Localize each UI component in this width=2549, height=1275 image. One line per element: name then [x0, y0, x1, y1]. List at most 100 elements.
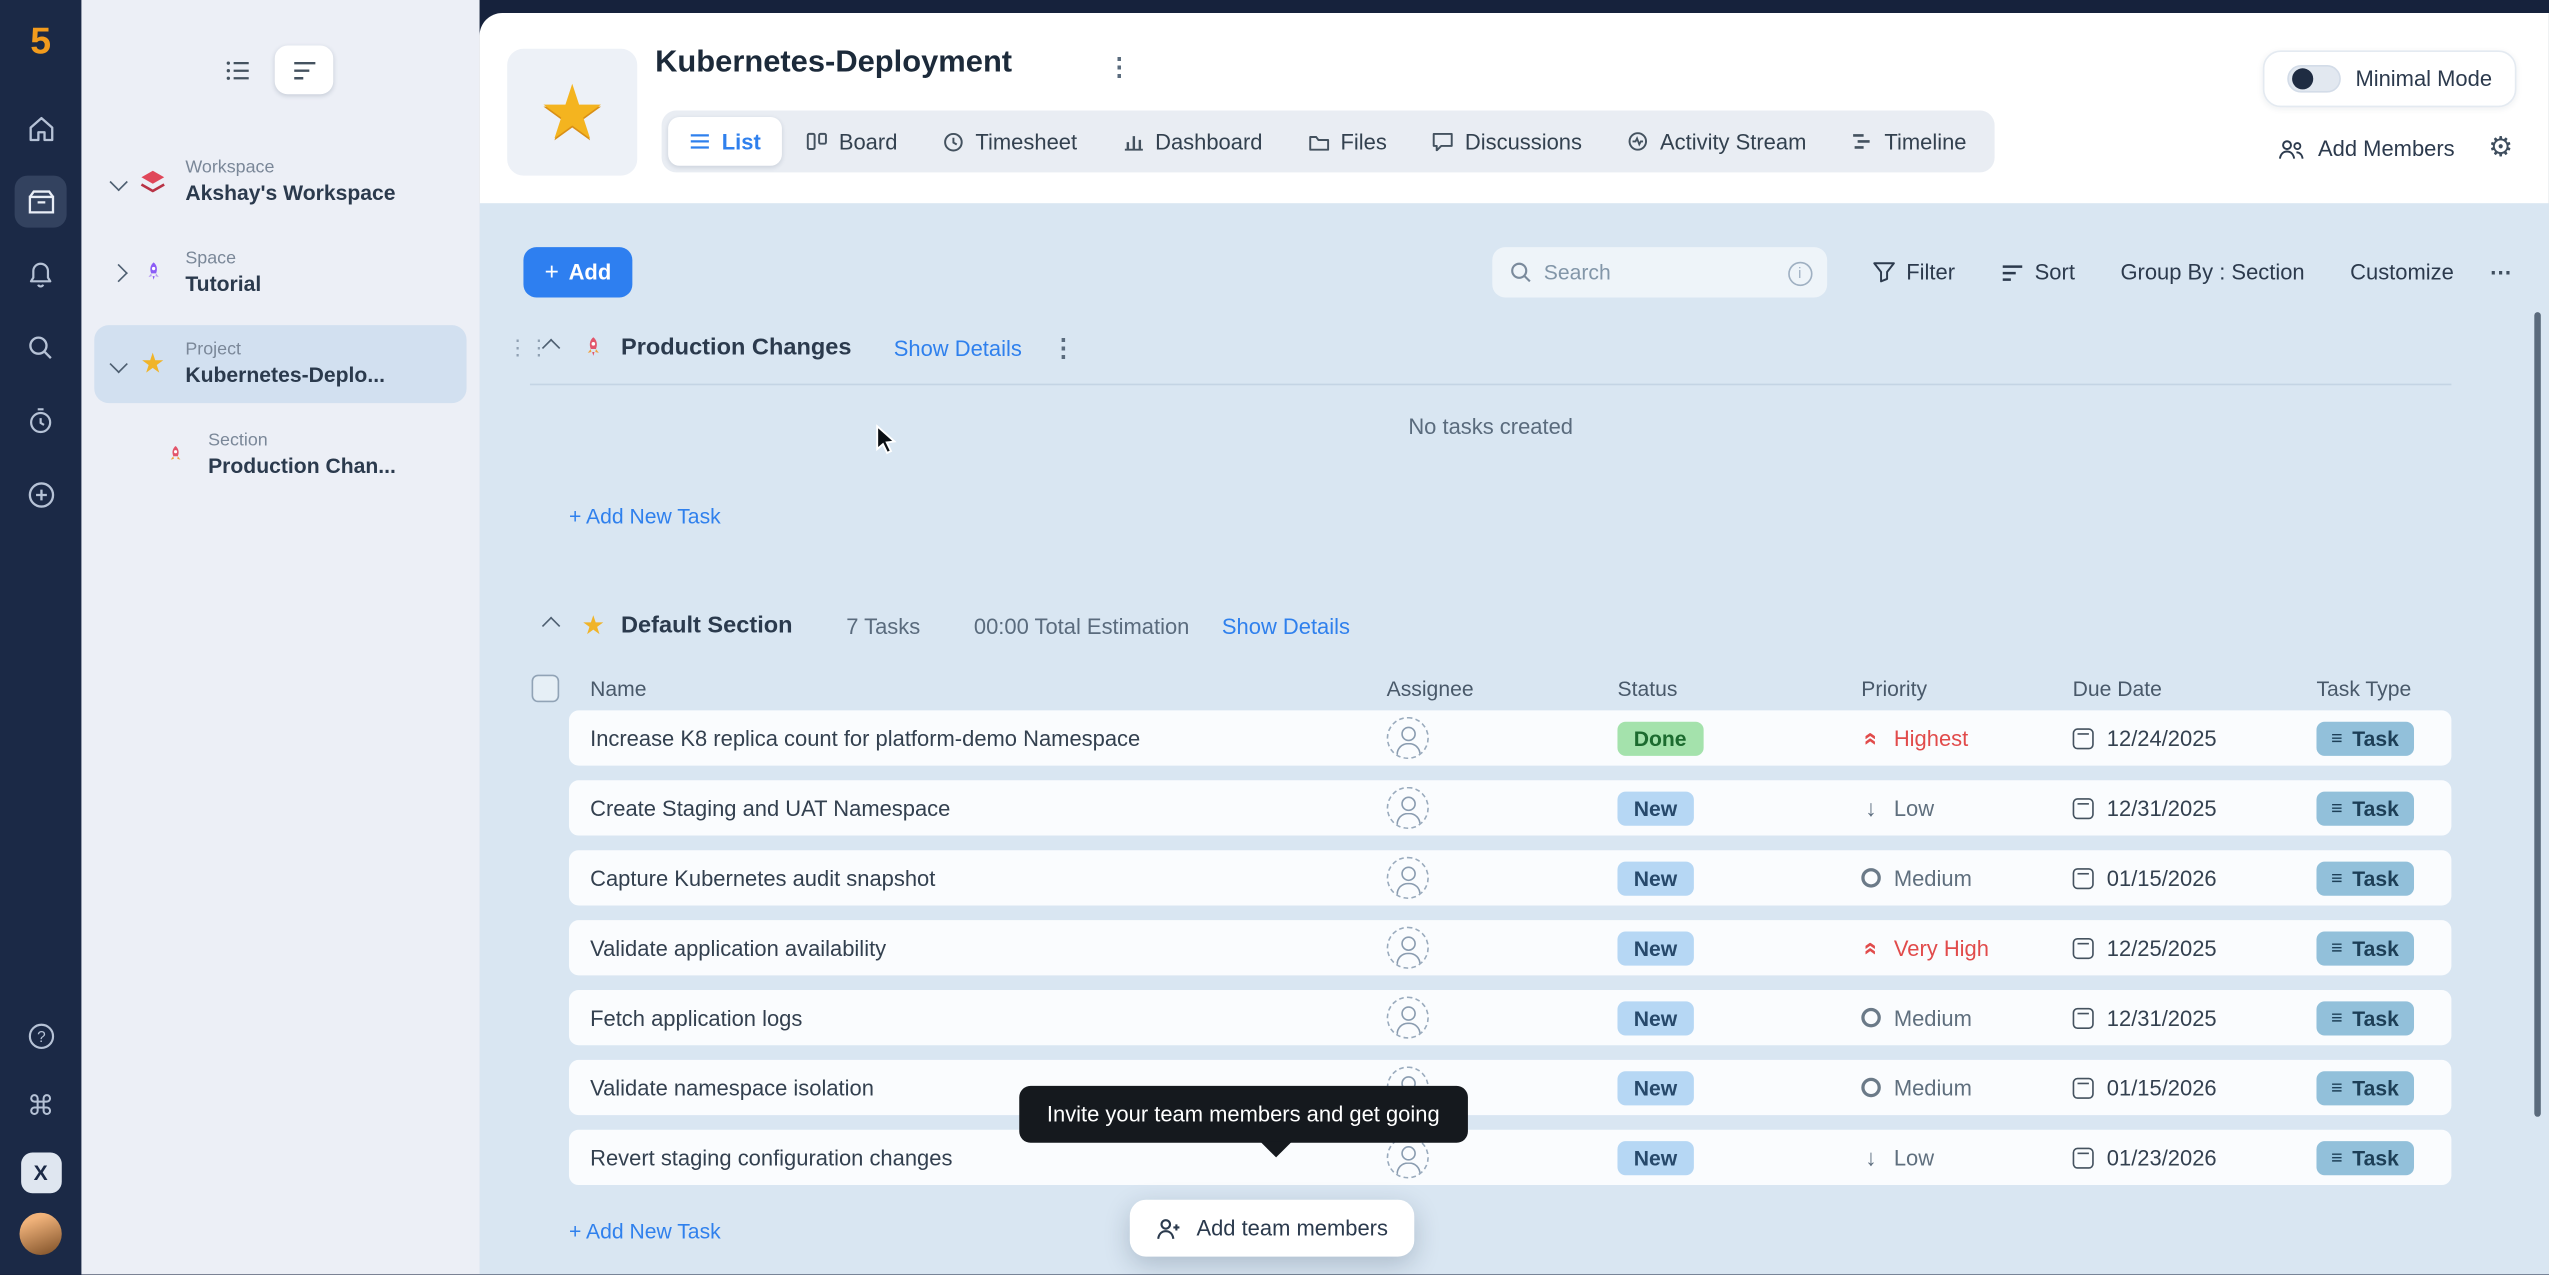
task-type-badge[interactable]: ≡Task [2316, 1070, 2413, 1104]
due-date-cell[interactable]: 12/31/2025 [2073, 796, 2317, 820]
task-name[interactable]: Validate application availability [590, 936, 1387, 960]
add-team-members-button[interactable]: Add team members [1130, 1200, 1414, 1257]
collapse-chevron-icon[interactable] [530, 619, 572, 632]
column-header-task-type[interactable]: Task Type [2316, 675, 2451, 699]
assignee-placeholder-icon[interactable] [1387, 717, 1429, 759]
tab-files[interactable]: Files [1287, 117, 1408, 166]
assignee-placeholder-icon[interactable] [1387, 927, 1429, 969]
assignee-placeholder-icon[interactable] [1387, 787, 1429, 829]
due-date-cell[interactable]: 01/15/2026 [2073, 866, 2317, 890]
priority-cell[interactable]: Medium [1861, 1075, 2072, 1099]
status-badge[interactable]: New [1617, 1140, 1693, 1174]
tab-discussions[interactable]: Discussions [1411, 117, 1603, 166]
status-badge[interactable]: New [1617, 1070, 1693, 1104]
add-button[interactable]: + Add [523, 247, 632, 297]
filter-button[interactable]: Filter [1872, 260, 1955, 284]
priority-cell[interactable]: Medium [1861, 866, 2072, 890]
vertical-scrollbar[interactable] [2534, 312, 2541, 1117]
due-date-cell[interactable]: 01/23/2026 [2073, 1145, 2317, 1169]
assignee-placeholder-icon[interactable] [1387, 996, 1429, 1038]
app-logo[interactable]: 5 [30, 23, 51, 60]
priority-cell[interactable]: Low [1861, 1145, 2072, 1169]
sort-button[interactable]: Sort [2001, 260, 2075, 284]
sidebar-item-space[interactable]: Space Tutorial [94, 234, 466, 312]
status-badge[interactable]: New [1617, 931, 1693, 965]
status-badge[interactable]: New [1617, 791, 1693, 825]
search-input[interactable] [1492, 247, 1827, 297]
column-header-priority[interactable]: Priority [1861, 675, 2072, 699]
add-new-icon[interactable] [15, 468, 67, 520]
notifications-bell-icon[interactable] [15, 249, 67, 301]
task-name[interactable]: Capture Kubernetes audit snapshot [590, 866, 1387, 890]
priority-cell[interactable]: Highest [1861, 726, 2072, 750]
group-by-control[interactable]: Group By : Section [2120, 260, 2304, 284]
due-date-cell[interactable]: 12/24/2025 [2073, 726, 2317, 750]
project-kebab-icon[interactable]: ⋮ [1107, 52, 1131, 81]
assignee-placeholder-icon[interactable] [1387, 857, 1429, 899]
tab-timeline[interactable]: Timeline [1831, 117, 1988, 166]
table-row[interactable]: Fetch application logs New Medium 12/31/… [569, 990, 2451, 1045]
priority-cell[interactable]: Very High [1861, 936, 2072, 960]
task-type-badge[interactable]: ≡Task [2316, 861, 2413, 895]
settings-gear-icon[interactable]: ⚙ [2488, 132, 2513, 165]
due-date-cell[interactable]: 01/15/2026 [2073, 1075, 2317, 1099]
x-button[interactable]: X [20, 1153, 61, 1194]
show-details-link[interactable]: Show Details [1222, 614, 1350, 638]
chevron-down-icon[interactable] [104, 358, 133, 371]
tab-board[interactable]: Board [785, 117, 918, 166]
tab-timesheet[interactable]: Timesheet [922, 117, 1098, 166]
timer-icon[interactable] [15, 395, 67, 447]
table-row[interactable]: Validate namespace isolation New Medium … [569, 1060, 2451, 1115]
tree-view-icon[interactable] [275, 46, 334, 95]
tab-dashboard[interactable]: Dashboard [1101, 117, 1283, 166]
task-name[interactable]: Create Staging and UAT Namespace [590, 796, 1387, 820]
more-options-icon[interactable]: ⋯ [2490, 259, 2512, 285]
table-row[interactable]: Capture Kubernetes audit snapshot New Me… [569, 850, 2451, 905]
tab-list[interactable]: List [668, 117, 782, 166]
due-date-cell[interactable]: 12/31/2025 [2073, 1005, 2317, 1029]
sidebar-item-section[interactable]: Section Production Chan... [146, 416, 466, 494]
select-all-checkbox[interactable] [532, 675, 560, 703]
help-icon[interactable]: ? [15, 1009, 67, 1061]
list-view-icon[interactable] [208, 46, 267, 95]
column-header-due-date[interactable]: Due Date [2073, 675, 2317, 699]
info-icon[interactable] [1788, 261, 1812, 285]
table-row[interactable]: Create Staging and UAT Namespace New Low… [569, 780, 2451, 835]
table-row[interactable]: Validate application availability New Ve… [569, 920, 2451, 975]
task-type-badge[interactable]: ≡Task [2316, 1140, 2413, 1174]
search-icon[interactable] [15, 322, 67, 374]
minimal-mode-toggle[interactable] [2287, 65, 2341, 93]
tab-activity-stream[interactable]: Activity Stream [1606, 117, 1827, 166]
shortcuts-command-icon[interactable]: ⌘ [15, 1081, 67, 1133]
due-date-cell[interactable]: 12/25/2025 [2073, 936, 2317, 960]
task-type-badge[interactable]: ≡Task [2316, 791, 2413, 825]
drag-handle-icon[interactable] [507, 335, 530, 361]
home-icon[interactable] [15, 102, 67, 154]
chevron-right-icon[interactable] [104, 267, 133, 280]
column-header-assignee[interactable]: Assignee [1387, 675, 1618, 699]
task-type-badge[interactable]: ≡Task [2316, 931, 2413, 965]
priority-cell[interactable]: Medium [1861, 1005, 2072, 1029]
status-badge[interactable]: Done [1617, 721, 1702, 755]
priority-cell[interactable]: Low [1861, 796, 2072, 820]
column-header-status[interactable]: Status [1617, 675, 1861, 699]
collapse-chevron-icon[interactable] [530, 341, 572, 354]
sidebar-item-project[interactable]: ★ Project Kubernetes-Deplo... [94, 325, 466, 403]
status-badge[interactable]: New [1617, 861, 1693, 895]
chevron-down-icon[interactable] [104, 176, 133, 189]
column-header-name[interactable]: Name [590, 675, 1387, 699]
projects-icon[interactable] [15, 176, 67, 228]
task-name[interactable]: Increase K8 replica count for platform-d… [590, 726, 1387, 750]
sidebar-item-workspace[interactable]: Workspace Akshay's Workspace [94, 143, 466, 221]
add-members-button[interactable]: Add Members [2277, 137, 2454, 161]
show-details-link[interactable]: Show Details [894, 336, 1022, 360]
user-avatar[interactable] [20, 1213, 62, 1255]
customize-button[interactable]: Customize [2350, 260, 2454, 284]
task-type-badge[interactable]: ≡Task [2316, 721, 2413, 755]
task-type-badge[interactable]: ≡Task [2316, 1001, 2413, 1035]
table-row[interactable]: Revert staging configuration changes New… [569, 1130, 2451, 1185]
add-new-task-link[interactable]: + Add New Task [569, 504, 721, 528]
add-new-task-link[interactable]: + Add New Task [569, 1219, 721, 1243]
table-row[interactable]: Increase K8 replica count for platform-d… [569, 710, 2451, 765]
task-name[interactable]: Fetch application logs [590, 1005, 1387, 1029]
